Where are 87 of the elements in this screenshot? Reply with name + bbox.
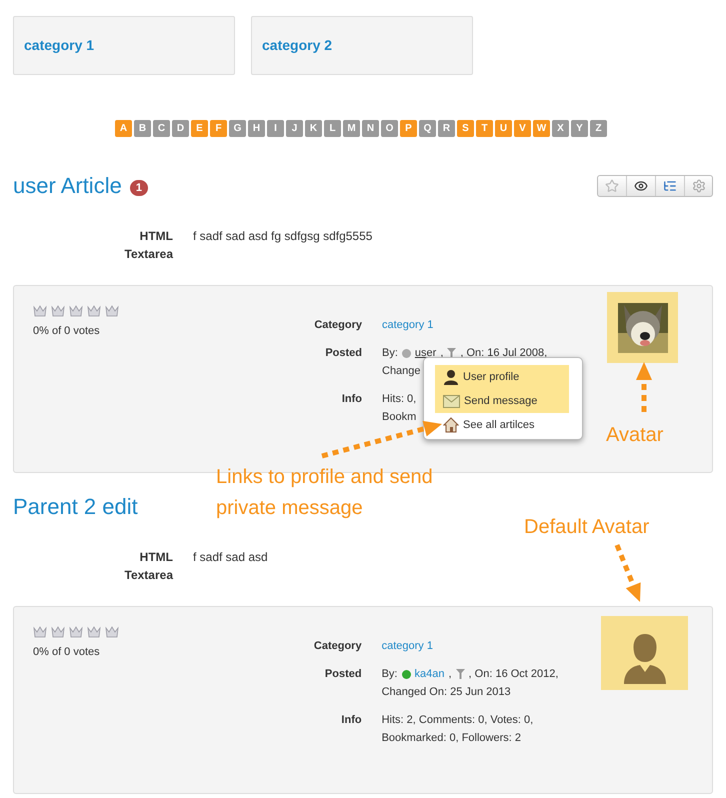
- letter-filter[interactable]: Z: [590, 120, 607, 137]
- letter-filter[interactable]: W: [533, 120, 550, 137]
- field-label: HTML Textarea: [124, 228, 173, 263]
- eye-icon: [634, 179, 648, 193]
- author-link[interactable]: ka4an: [414, 665, 444, 683]
- letter-filter[interactable]: B: [134, 120, 151, 137]
- category-link[interactable]: category 1: [24, 35, 94, 56]
- letter-filter[interactable]: A: [115, 120, 132, 137]
- filter-icon[interactable]: [447, 348, 456, 358]
- detail-label: Category: [312, 639, 362, 654]
- count-badge: 1: [130, 180, 148, 196]
- detail-label: Info: [340, 713, 362, 728]
- field-label: HTML Textarea: [124, 549, 173, 584]
- category-card[interactable]: category 1: [13, 16, 235, 75]
- detail-label: Posted: [324, 346, 362, 361]
- crown-icon[interactable]: [51, 626, 65, 638]
- letter-filter[interactable]: K: [305, 120, 322, 137]
- detail-label: Category: [313, 318, 362, 333]
- letter-filter[interactable]: S: [457, 120, 474, 137]
- annotation-text: Default Avatar: [524, 515, 650, 540]
- letter-filter[interactable]: G: [229, 120, 246, 137]
- letter-filter[interactable]: P: [400, 120, 417, 137]
- letter-filter[interactable]: N: [362, 120, 379, 137]
- popup-menu-item[interactable]: Send message: [435, 389, 569, 413]
- article-title[interactable]: Parent 2 edit: [13, 492, 138, 522]
- person-icon: [443, 369, 459, 385]
- house-icon: [443, 417, 459, 433]
- crown-icon[interactable]: [105, 626, 119, 638]
- crown-icon[interactable]: [33, 626, 47, 638]
- votes-text: 0% of 0 votes: [33, 645, 101, 660]
- letter-filter[interactable]: H: [248, 120, 265, 137]
- letter-filter[interactable]: T: [476, 120, 493, 137]
- letter-filter[interactable]: U: [495, 120, 512, 137]
- filter-icon[interactable]: [456, 669, 465, 679]
- crown-icon[interactable]: [33, 305, 47, 317]
- field-value: f sadf sad asd: [193, 549, 268, 566]
- info-text: Bookmarked: 0, Followers: 2: [382, 731, 521, 746]
- info-text: Hits: 2, Comments: 0, Votes: 0,: [382, 713, 534, 728]
- avatar[interactable]: [601, 616, 688, 690]
- article-title[interactable]: user Article: [13, 171, 122, 201]
- category-link[interactable]: category 2: [262, 35, 332, 56]
- category-link[interactable]: category 1: [382, 637, 433, 655]
- popup-menu-item[interactable]: See all artilces: [435, 413, 569, 437]
- letter-filter[interactable]: D: [172, 120, 189, 137]
- dotted-arrow: [636, 362, 652, 412]
- letter-filter[interactable]: X: [552, 120, 569, 137]
- settings-icon: [692, 179, 706, 193]
- detail-label: Info: [340, 392, 362, 407]
- letter-filter[interactable]: C: [153, 120, 170, 137]
- crown-icon[interactable]: [105, 305, 119, 317]
- crown-icon[interactable]: [51, 305, 65, 317]
- star-icon: [605, 179, 619, 193]
- crown-icon[interactable]: [87, 305, 101, 317]
- letter-filter[interactable]: J: [286, 120, 303, 137]
- popup-menu-item[interactable]: User profile: [435, 365, 569, 389]
- info-text: Bookm: [382, 410, 416, 425]
- letter-filter[interactable]: E: [191, 120, 208, 137]
- letter-filter[interactable]: L: [324, 120, 341, 137]
- letter-filter[interactable]: O: [381, 120, 398, 137]
- list-icon: [663, 179, 677, 193]
- envelope-icon: [443, 394, 460, 408]
- changed-date: Change: [382, 364, 421, 379]
- letter-filter[interactable]: Q: [419, 120, 436, 137]
- by-label: By:: [382, 346, 398, 361]
- annotation-text: Links to profile and send private message: [216, 465, 434, 521]
- crown-icon[interactable]: [87, 626, 101, 638]
- field-value: f sadf sad asd fg sdfgsg sdfg5555: [193, 228, 372, 245]
- by-label: By:: [382, 667, 398, 682]
- crown-icon[interactable]: [69, 305, 83, 317]
- detail-label: Posted: [324, 667, 362, 682]
- annotation-text: Avatar: [606, 423, 664, 448]
- comma-text: ,: [448, 667, 452, 682]
- letter-filter[interactable]: R: [438, 120, 455, 137]
- votes-text: 0% of 0 votes: [33, 324, 101, 339]
- category-link[interactable]: category 1: [382, 316, 434, 334]
- posted-date: , On: 16 Oct 2012,: [468, 667, 558, 682]
- letter-filter[interactable]: I: [267, 120, 284, 137]
- dotted-arrow: [614, 544, 641, 602]
- letter-filter[interactable]: Y: [571, 120, 588, 137]
- changed-date: Changed On: 25 Jun 2013: [382, 685, 511, 700]
- letter-filter[interactable]: F: [210, 120, 227, 137]
- avatar[interactable]: [607, 292, 678, 363]
- info-text: Hits: 0,: [382, 392, 416, 407]
- category-card[interactable]: category 2: [251, 16, 473, 75]
- letter-filter[interactable]: V: [514, 120, 531, 137]
- crown-icon[interactable]: [69, 626, 83, 638]
- letter-filter[interactable]: M: [343, 120, 360, 137]
